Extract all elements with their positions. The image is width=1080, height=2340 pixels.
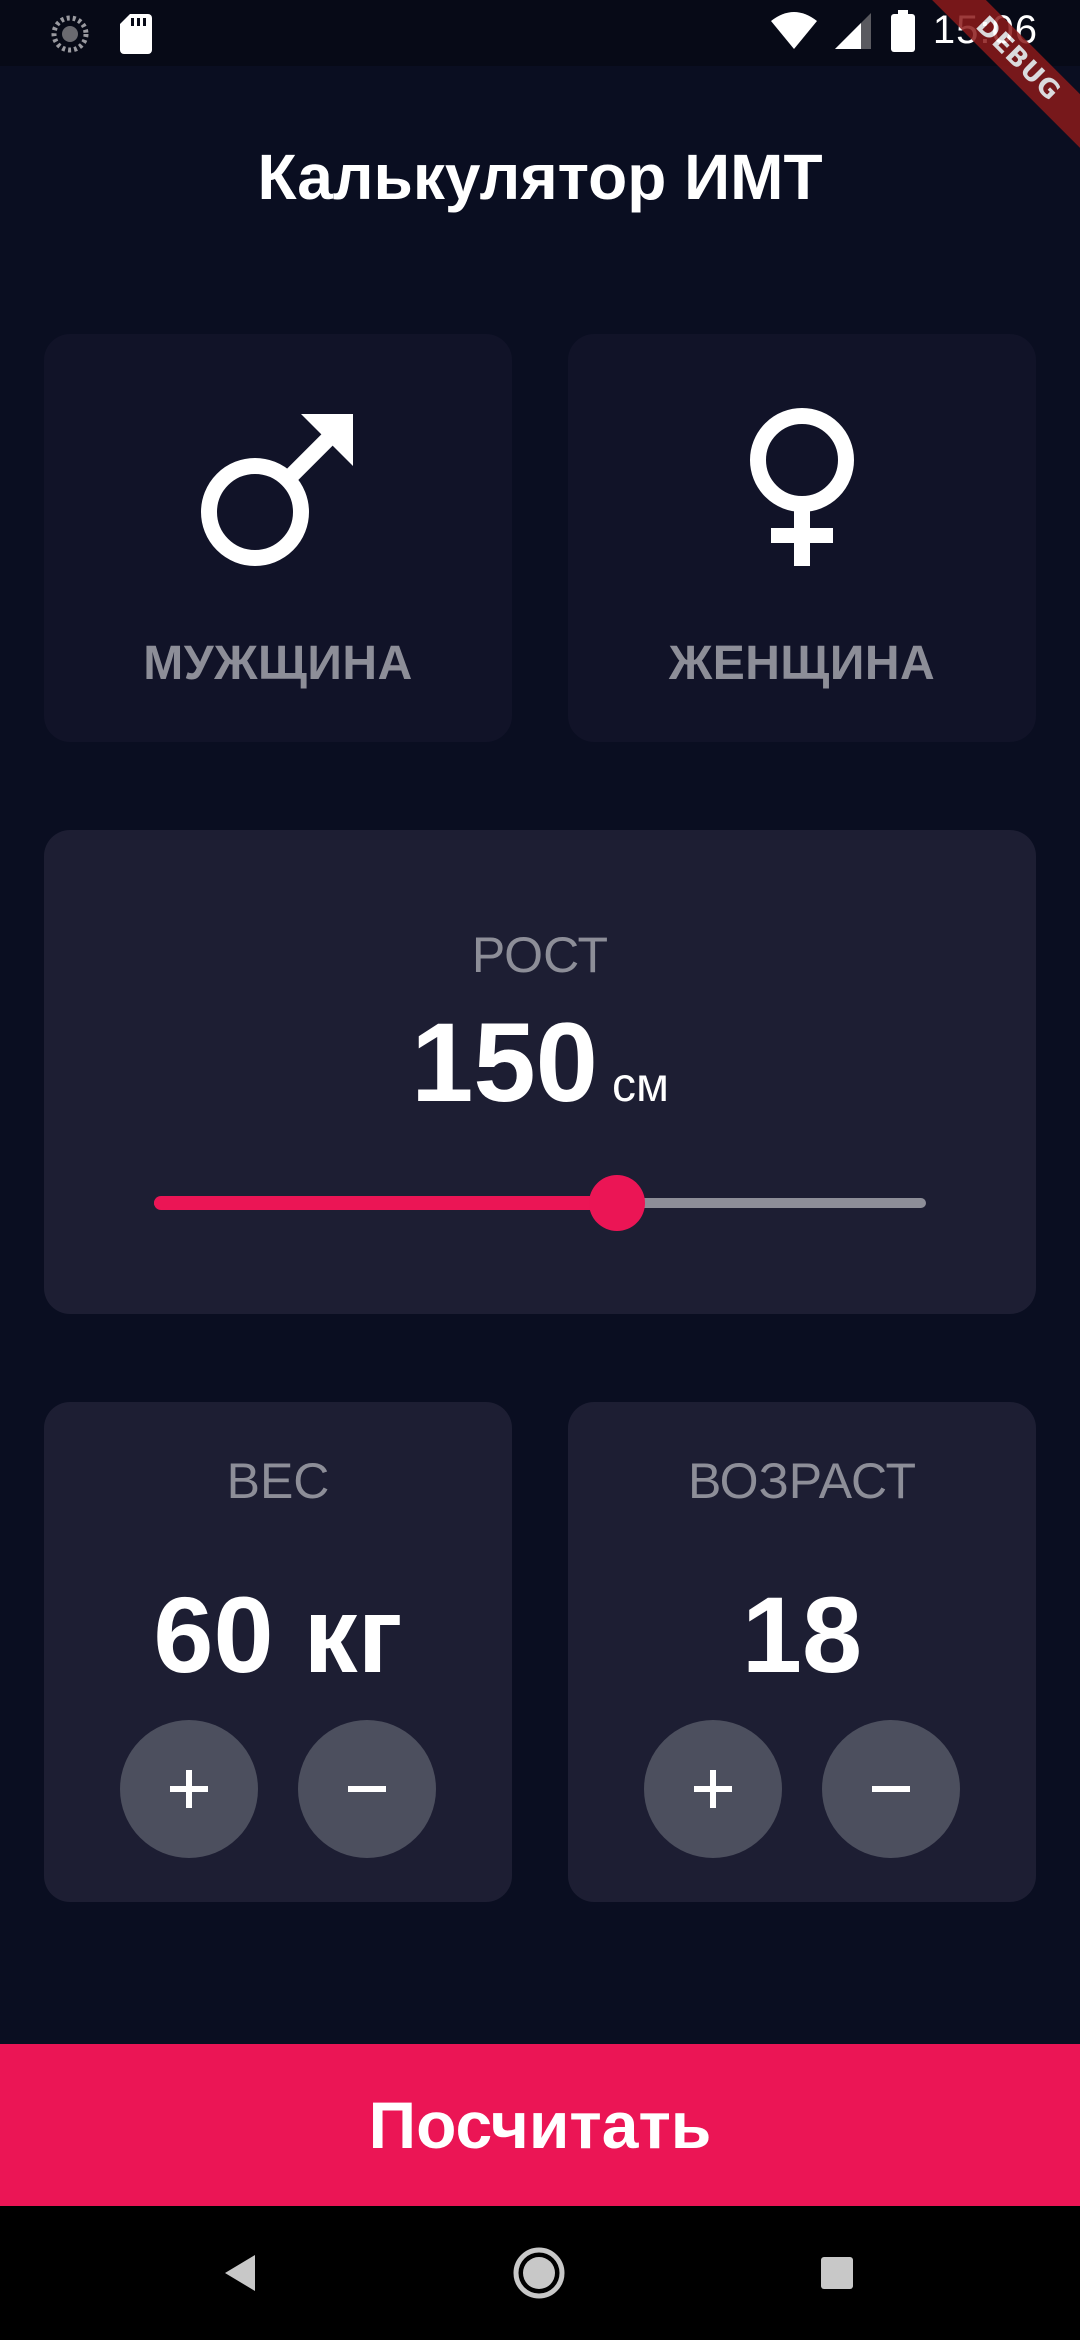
height-value: 150 [411, 1000, 598, 1125]
calculate-button-label: Посчитать [368, 2088, 712, 2162]
height-card: РОСТ 150 см [44, 830, 1036, 1314]
male-gender-card[interactable]: МУЖЩИНА [44, 334, 512, 742]
nav-recents-button[interactable] [804, 2240, 870, 2306]
height-label: РОСТ [471, 927, 609, 983]
height-value-row: 150 см [44, 998, 1036, 1127]
home-icon [513, 2247, 565, 2299]
plus-icon [170, 1770, 208, 1808]
page-title: Калькулятор ИМТ [257, 141, 823, 213]
weight-increment-button[interactable] [120, 1720, 258, 1858]
system-navigation-bar [0, 2206, 1080, 2340]
height-slider[interactable] [154, 1172, 926, 1232]
female-gender-card[interactable]: ЖЕНЩИНА [568, 334, 1036, 742]
calculate-button[interactable]: Посчитать [0, 2044, 1080, 2206]
male-label: МУЖЩИНА [143, 637, 413, 690]
status-left-icons [50, 14, 152, 54]
age-value: 18 [741, 1574, 863, 1695]
recents-icon [821, 2257, 853, 2289]
weight-label: ВЕС [226, 1453, 330, 1509]
age-label: ВОЗРАСТ [687, 1453, 917, 1509]
debug-banner-label: DEBUG [919, 0, 1080, 158]
slider-thumb[interactable] [589, 1175, 646, 1231]
back-icon [225, 2255, 255, 2291]
bmi-calculator-screen: 15:06 DEBUG Калькулятор ИМТ МУЖЩИНА ЖЕНЩ… [0, 0, 1080, 2340]
age-decrement-button[interactable] [822, 1720, 960, 1858]
male-symbol-icon [201, 414, 353, 566]
female-symbol-icon [750, 408, 854, 566]
nav-home-button[interactable] [506, 2240, 572, 2306]
weight-value: 60 кг [153, 1574, 403, 1695]
minus-icon [348, 1786, 386, 1792]
height-unit: см [611, 1059, 669, 1112]
sync-spinner-icon [51, 15, 89, 53]
minus-icon [872, 1786, 910, 1792]
cell-signal-icon [834, 12, 871, 49]
age-increment-button[interactable] [644, 1720, 782, 1858]
age-card: ВОЗРАСТ 18 [568, 1402, 1036, 1902]
weight-decrement-button[interactable] [298, 1720, 436, 1858]
slider-active-track [154, 1196, 618, 1210]
wifi-icon [770, 11, 817, 49]
weight-card: ВЕС 60 кг [44, 1402, 512, 1902]
plus-icon [694, 1770, 732, 1808]
female-label: ЖЕНЩИНА [668, 637, 936, 690]
nav-back-button[interactable] [208, 2240, 274, 2306]
sd-card-icon [120, 14, 152, 54]
